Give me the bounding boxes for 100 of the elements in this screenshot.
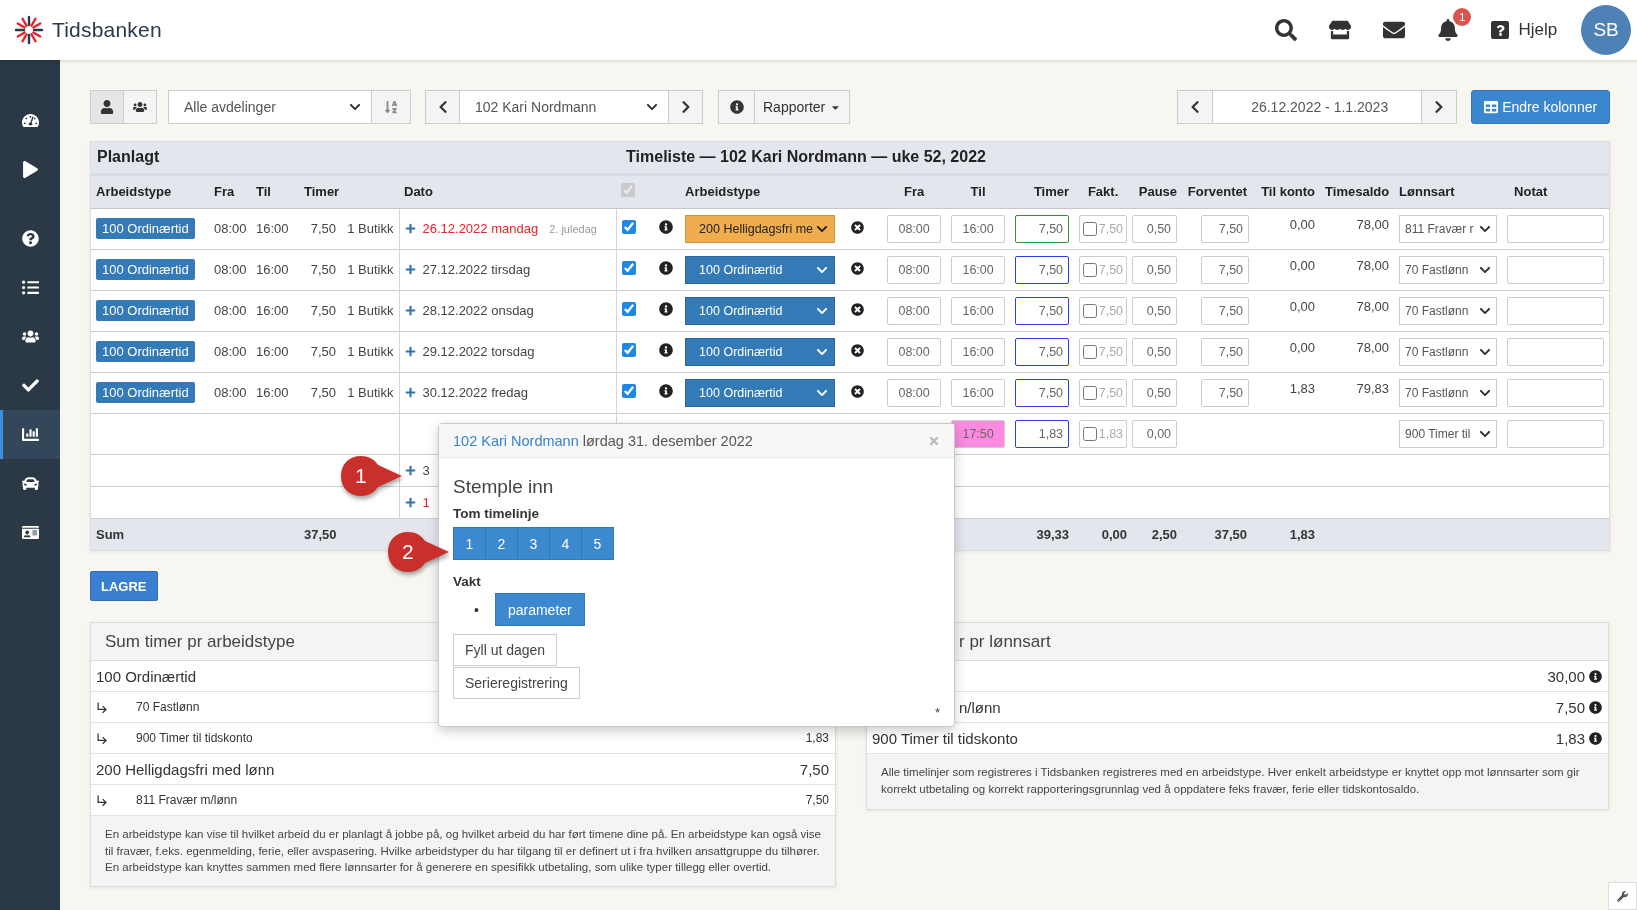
mail-icon[interactable] <box>1383 19 1406 41</box>
info-icon[interactable] <box>659 302 674 316</box>
employee-select[interactable]: 102 Kari Nordmann <box>459 90 669 124</box>
row-checkbox[interactable] <box>621 220 636 234</box>
single-user-button[interactable] <box>90 90 124 124</box>
info-icon[interactable] <box>1589 669 1602 683</box>
pause-field[interactable]: 0,50 <box>1132 337 1178 366</box>
save-button[interactable]: LAGRE <box>90 571 158 601</box>
expected-field[interactable]: 7,50 <box>1201 296 1250 325</box>
wage-type-select[interactable]: 70 Fastlønn <box>1399 296 1498 325</box>
previous-button[interactable] <box>425 90 460 124</box>
billable-checkbox[interactable] <box>1083 303 1097 318</box>
hours-field[interactable]: 7,50 <box>1015 255 1070 284</box>
hours-field[interactable]: 7,50 <box>1015 214 1070 243</box>
employee-link[interactable]: 102 Kari Nordmann <box>453 432 579 449</box>
work-type-select[interactable]: 100 Ordinærtid <box>685 378 836 407</box>
pause-field[interactable]: 0,50 <box>1132 296 1178 325</box>
remove-icon[interactable] <box>851 220 865 234</box>
remove-icon[interactable] <box>851 343 865 357</box>
to-field[interactable]: 16:00 <box>951 214 1006 243</box>
note-field[interactable] <box>1507 255 1605 284</box>
row-checkbox[interactable] <box>621 261 636 275</box>
work-type-select[interactable]: 100 Ordinærtid <box>685 337 836 366</box>
add-icon[interactable] <box>404 346 416 357</box>
next-week-button[interactable] <box>1421 90 1458 124</box>
add-icon[interactable] <box>404 464 416 476</box>
work-type-select[interactable]: 100 Ordinærtid <box>685 255 836 284</box>
from-field[interactable]: 08:00 <box>887 214 942 243</box>
help-link[interactable]: Hjelp <box>1491 20 1558 40</box>
billable-checkbox[interactable] <box>1083 262 1097 277</box>
shift-button[interactable]: parameter <box>494 593 585 626</box>
bell-icon[interactable] <box>1437 19 1460 41</box>
add-icon[interactable] <box>404 223 416 234</box>
expected-field[interactable]: 7,50 <box>1201 337 1250 366</box>
to-field[interactable]: 16:00 <box>951 378 1006 407</box>
action-button[interactable]: Fyll ut dagen <box>453 634 558 666</box>
user-avatar[interactable]: SB <box>1581 5 1632 55</box>
info-icon[interactable] <box>659 261 674 275</box>
hours-field[interactable]: 7,50 <box>1015 337 1070 366</box>
remove-icon[interactable] <box>851 261 865 275</box>
store-icon[interactable] <box>1329 19 1352 41</box>
period-field[interactable]: 26.12.2022 - 1.1.2023 <box>1212 90 1423 124</box>
from-field[interactable]: 08:00 <box>887 378 942 407</box>
hours-field[interactable]: 1,83 <box>1015 419 1070 448</box>
slot-button[interactable]: 3 <box>517 527 550 560</box>
add-icon[interactable] <box>404 496 416 508</box>
info-icon[interactable] <box>659 384 674 398</box>
add-icon[interactable] <box>404 305 416 316</box>
wage-type-select[interactable]: 811 Fravær r <box>1399 214 1498 243</box>
add-icon[interactable] <box>404 387 416 398</box>
wage-type-select[interactable]: 70 Fastlønn <box>1399 337 1498 366</box>
to-field[interactable]: 16:00 <box>951 255 1006 284</box>
wage-type-select[interactable]: 70 Fastlønn <box>1399 255 1498 284</box>
info-icon[interactable] <box>659 220 674 234</box>
work-type-select[interactable]: 100 Ordinærtid <box>685 296 836 325</box>
slot-button[interactable]: 2 <box>485 527 518 560</box>
from-field[interactable]: 08:00 <box>887 296 942 325</box>
info-icon[interactable] <box>1589 731 1602 745</box>
previous-week-button[interactable] <box>1177 90 1214 124</box>
row-checkbox[interactable] <box>621 384 636 398</box>
expected-field[interactable]: 7,50 <box>1201 255 1250 284</box>
slot-button[interactable]: 4 <box>549 527 582 560</box>
wage-type-select[interactable]: 900 Timer til <box>1399 419 1498 448</box>
tools-button[interactable] <box>1608 882 1637 910</box>
info-icon[interactable] <box>1589 700 1602 714</box>
action-button[interactable]: Serieregistrering <box>453 667 580 699</box>
hours-field[interactable]: 7,50 <box>1015 378 1070 407</box>
to-field[interactable]: 16:00 <box>951 337 1006 366</box>
change-columns-button[interactable]: Endre kolonner <box>1471 90 1611 124</box>
info-button[interactable] <box>718 90 755 124</box>
slot-button[interactable]: 5 <box>581 527 614 560</box>
remove-icon[interactable] <box>851 384 865 398</box>
slot-button[interactable]: 1 <box>453 527 486 560</box>
pause-field[interactable]: 0,50 <box>1132 214 1178 243</box>
billable-checkbox[interactable] <box>1083 221 1097 236</box>
billable-checkbox[interactable] <box>1083 344 1097 359</box>
work-type-select[interactable]: 200 Helligdagsfri me <box>685 214 836 243</box>
billable-checkbox[interactable] <box>1083 426 1097 441</box>
billable-checkbox[interactable] <box>1083 385 1097 400</box>
row-checkbox[interactable] <box>621 343 636 357</box>
group-button[interactable] <box>123 90 157 124</box>
remove-icon[interactable] <box>851 302 865 316</box>
wage-type-select[interactable]: 70 Fastlønn <box>1399 378 1498 407</box>
info-icon[interactable] <box>659 343 674 357</box>
note-field[interactable] <box>1507 378 1605 407</box>
add-icon[interactable] <box>404 264 416 275</box>
sidebar-item[interactable] <box>0 410 60 459</box>
next-button[interactable] <box>668 90 703 124</box>
expected-field[interactable]: 7,50 <box>1201 214 1250 243</box>
row-checkbox[interactable] <box>621 302 636 316</box>
to-field[interactable]: 16:00 <box>951 296 1006 325</box>
from-field[interactable]: 08:00 <box>887 255 942 284</box>
note-field[interactable] <box>1507 419 1605 448</box>
pause-field[interactable]: 0,00 <box>1132 419 1178 448</box>
pause-field[interactable]: 0,50 <box>1132 378 1178 407</box>
department-select[interactable]: Alle avdelinger <box>168 90 372 124</box>
sort-button[interactable] <box>371 90 411 124</box>
search-icon[interactable] <box>1275 19 1298 41</box>
note-field[interactable] <box>1507 296 1605 325</box>
pause-field[interactable]: 0,50 <box>1132 255 1178 284</box>
